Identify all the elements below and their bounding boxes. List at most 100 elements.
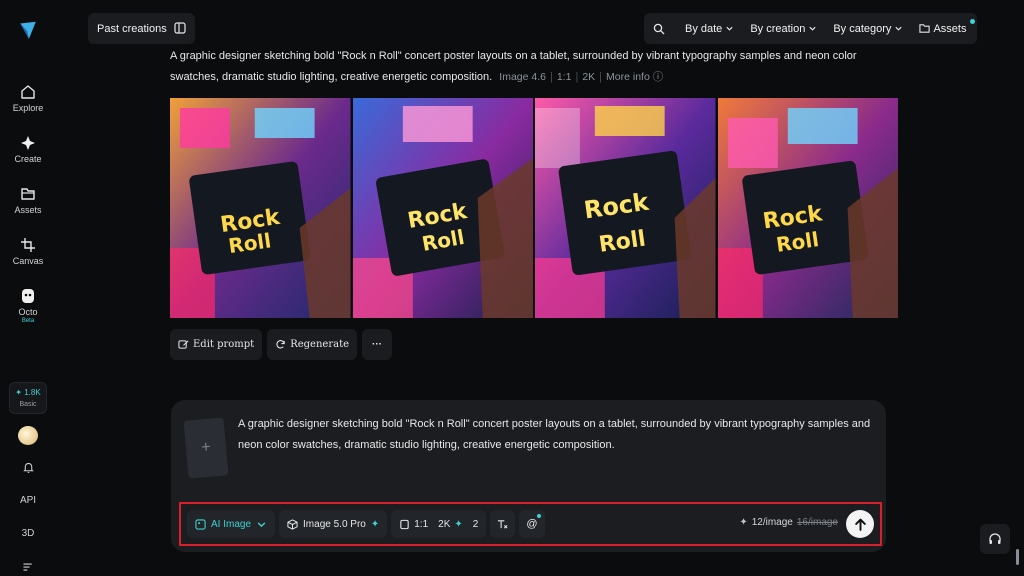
count-select[interactable]: 2: [473, 519, 479, 530]
reference-image-upload[interactable]: +: [183, 417, 229, 479]
chevron-down-icon: [895, 26, 903, 31]
credits-box[interactable]: ✦ 1.8K Basic: [9, 381, 47, 414]
mode-label: AI Image: [211, 518, 252, 530]
model-select[interactable]: Image 5.0 Pro ✦: [279, 510, 388, 538]
3d-link[interactable]: 3D: [18, 524, 38, 543]
scrollbar[interactable]: [1016, 549, 1019, 565]
at-icon: @: [526, 518, 538, 530]
assets-button[interactable]: Assets: [919, 18, 976, 35]
image-preview: Rock Roll: [535, 98, 716, 318]
image-preview: Rock Roll: [170, 98, 351, 318]
mention-button[interactable]: @: [519, 510, 545, 538]
sidebar-item-explore[interactable]: Explore: [12, 84, 44, 113]
assets-label: Assets: [933, 22, 967, 35]
generated-image[interactable]: Rock Roll: [352, 98, 533, 318]
app-logo-icon[interactable]: [17, 20, 39, 41]
sidebar-item-label: Canvas: [12, 255, 44, 266]
notification-dot: [970, 18, 976, 24]
sidebar-item-label: Explore: [12, 102, 44, 113]
edit-prompt-button[interactable]: Edit prompt: [170, 329, 263, 360]
generated-image[interactable]: Rock Roll: [170, 98, 351, 318]
composer-toolbar: AI Image Image 5.0 Pro ✦ 1:1 2K ✦ 2 @ ✦ …: [179, 502, 882, 546]
filter-by-category[interactable]: By category: [833, 23, 903, 35]
generated-image[interactable]: Rock Roll: [717, 98, 898, 318]
edit-icon: [178, 340, 189, 349]
plus-icon: +: [200, 438, 212, 457]
generation-actions: Edit prompt Regenerate ···: [170, 329, 393, 360]
image-preview: Rock Roll: [717, 98, 898, 318]
sidebar-item-assets[interactable]: Assets: [14, 186, 42, 215]
crop-icon: [20, 237, 35, 252]
model-meta: Image 4.6: [499, 71, 546, 83]
sidebar-item-create[interactable]: Create: [14, 135, 42, 164]
arrow-up-icon: [854, 518, 866, 531]
ratio-label: 1:1: [414, 518, 429, 530]
credits-value: ✦ 1.8K: [15, 387, 41, 397]
model-label: Image 5.0 Pro: [303, 518, 366, 530]
notification-button[interactable]: [18, 459, 38, 478]
chevron-down-icon: [809, 26, 816, 31]
sidebar-item-canvas[interactable]: Canvas: [12, 237, 44, 266]
folder-icon: [21, 187, 35, 200]
filter-bar: By date By creation By category Assets: [644, 13, 977, 44]
ratio-select[interactable]: 1:1: [399, 519, 428, 530]
resolution-select[interactable]: 2K ✦: [438, 519, 463, 530]
sparkle-icon: ✦: [454, 518, 463, 530]
cost-display: ✦ 12/image 16/image: [739, 517, 838, 528]
plan-label: Basic: [19, 400, 37, 408]
filter-by-creation[interactable]: By creation: [750, 23, 817, 35]
generate-button[interactable]: [846, 510, 874, 538]
image-icon: [195, 518, 206, 530]
notification-dot: [536, 514, 541, 518]
generated-images: Rock Roll Rock Roll Rock Roll Rock Roll: [170, 98, 898, 318]
prompt-composer: + A graphic designer sketching bold "Roc…: [171, 400, 886, 552]
filter-label: By category: [833, 22, 892, 35]
edit-prompt-label: Edit prompt: [193, 339, 255, 350]
more-options-button[interactable]: ···: [362, 329, 393, 360]
ratio-meta: 1:1: [556, 71, 572, 83]
prompt-input[interactable]: A graphic designer sketching bold "Rock …: [238, 414, 878, 456]
generation-prompt: A graphic designer sketching bold "Rock …: [170, 50, 857, 83]
bell-icon: [22, 463, 34, 474]
more-options-icon: ···: [372, 339, 383, 350]
sidebar-item-octo[interactable]: Octo Beta: [18, 288, 38, 324]
chevron-down-icon: [257, 521, 266, 527]
folder-icon: [919, 24, 931, 33]
generated-image[interactable]: Rock Roll: [535, 98, 716, 318]
cube-icon: [287, 518, 298, 530]
api-link[interactable]: API: [18, 491, 38, 510]
home-icon: [21, 84, 35, 99]
resolution-meta: 2K: [582, 71, 596, 83]
image-preview: Rock Roll: [352, 98, 533, 318]
aspect-ratio-icon: [400, 519, 409, 529]
mode-select[interactable]: AI Image: [187, 510, 276, 538]
regenerate-label: Regenerate: [290, 339, 350, 350]
refresh-icon: [276, 340, 285, 349]
text-format-icon: [498, 519, 508, 529]
menu-button[interactable]: [18, 557, 38, 576]
sparkle-icon: ✦: [370, 518, 380, 530]
filter-label: By creation: [750, 22, 806, 35]
credit-icon: ✦: [739, 517, 748, 528]
filter-by-date[interactable]: By date: [685, 23, 734, 35]
sidebar-item-label: Octo: [18, 306, 38, 317]
output-settings: 1:1 2K ✦ 2: [391, 510, 487, 538]
info-icon[interactable]: ⓘ: [650, 71, 664, 83]
filter-label: By date: [685, 22, 723, 35]
app: Explore Create Assets Canvas Octo Beta ✦…: [0, 0, 1024, 576]
side-panel-icon[interactable]: [174, 22, 186, 34]
support-button[interactable]: [980, 524, 1010, 554]
old-cost-value: 16/image: [796, 517, 838, 528]
text-style-button[interactable]: [490, 510, 516, 538]
cost-value: 12/image: [751, 517, 793, 528]
more-info-link[interactable]: More info: [606, 71, 650, 83]
sparkle-icon: [20, 135, 35, 150]
resolution-label: 2K: [438, 518, 451, 530]
sidebar-item-label: Assets: [14, 204, 42, 215]
regenerate-button[interactable]: Regenerate: [267, 329, 358, 360]
avatar[interactable]: [18, 425, 38, 445]
past-creations-label: Past creations: [97, 22, 167, 35]
past-creations-button[interactable]: Past creations: [88, 13, 195, 44]
octo-icon: [21, 288, 34, 303]
search-button[interactable]: [653, 23, 665, 35]
